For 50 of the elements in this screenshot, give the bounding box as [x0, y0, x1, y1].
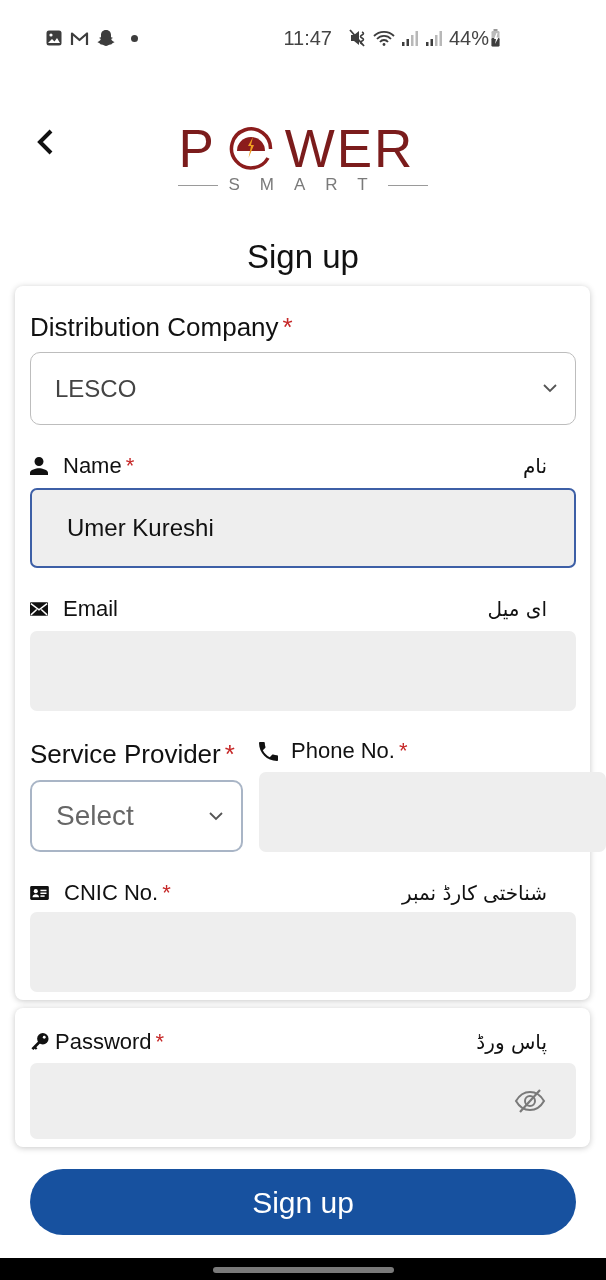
key-icon [30, 1032, 49, 1052]
field-label: CNIC No. [64, 880, 159, 906]
battery-percent: 44% [448, 26, 489, 51]
gallery-icon [46, 30, 62, 46]
clock-time: 11:47 [283, 26, 332, 51]
urdu-label: شناختی کارڈ نمبر [401, 880, 547, 906]
field-label: Password [55, 1029, 152, 1055]
field-label: Distribution Company [30, 312, 279, 342]
battery-icon [491, 29, 500, 47]
phone-input[interactable] [259, 772, 606, 852]
company-dropdown[interactable]: LESCO [30, 352, 576, 425]
password-input[interactable] [30, 1063, 576, 1139]
phone-icon [259, 741, 278, 761]
required-asterisk: * [162, 880, 171, 906]
urdu-label: پاس ورڈ [476, 1029, 547, 1055]
logo-emblem-icon [228, 126, 273, 171]
back-button[interactable] [35, 128, 55, 156]
chevron-down-icon [543, 384, 557, 393]
person-icon [30, 457, 48, 475]
chevron-left-icon [35, 128, 55, 156]
chevron-down-icon [209, 811, 223, 821]
muted-speaker-icon [348, 28, 367, 48]
page-title: Sign up [247, 237, 359, 277]
name-input[interactable]: Umer Kureshi [30, 488, 576, 568]
logo-text: WER [284, 122, 415, 175]
logo-text: P [178, 122, 216, 175]
field-label: Name [63, 453, 122, 479]
logo-tagline: SMART [228, 175, 388, 195]
wifi-icon [372, 30, 395, 46]
eye-slash-icon[interactable] [514, 1088, 546, 1114]
signal-icon [424, 30, 443, 46]
field-label: Email [63, 596, 118, 622]
field-label: Service Provider [30, 739, 221, 769]
urdu-label: نام [522, 453, 547, 479]
id-card-icon [30, 886, 49, 900]
gesture-handle[interactable] [212, 1267, 394, 1273]
field-label: Phone No. [291, 738, 395, 764]
notification-dot-icon [131, 34, 138, 42]
sign-up-button[interactable]: Sign up [30, 1169, 576, 1235]
signal-icon [400, 30, 419, 46]
required-asterisk: * [398, 738, 408, 764]
envelope-icon [30, 602, 48, 616]
provider-dropdown[interactable]: Select [30, 780, 243, 852]
required-asterisk: * [282, 312, 293, 342]
urdu-label: ای میل [487, 596, 547, 622]
mail-icon [70, 30, 89, 46]
required-asterisk: * [125, 453, 135, 479]
required-asterisk: * [155, 1029, 165, 1055]
ghost-icon [97, 29, 115, 47]
required-asterisk: * [224, 739, 235, 769]
